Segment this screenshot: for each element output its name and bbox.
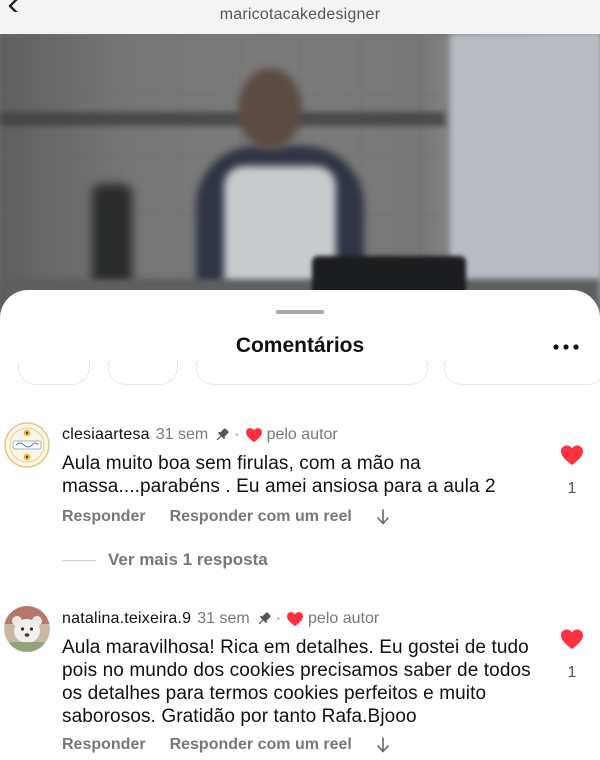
avatar-logo-icon — [4, 422, 50, 468]
comment-actions: Responder Responder com um reel — [62, 508, 390, 526]
heart-icon — [245, 428, 262, 443]
like-button-heart-icon[interactable] — [560, 628, 584, 650]
comment-actions: Responder Responder com um reel — [62, 736, 390, 754]
comments-sheet: Comentários clesiaartesa 31 sem · pelo a… — [0, 290, 600, 760]
video-background — [0, 34, 600, 334]
comment-time: 31 sem — [197, 610, 250, 627]
avatar-photo-icon — [4, 606, 50, 652]
avatar[interactable] — [4, 422, 50, 468]
filter-chip[interactable] — [108, 362, 178, 385]
like-button-heart-icon[interactable] — [560, 444, 584, 466]
sheet-drag-handle[interactable] — [276, 310, 324, 314]
avatar[interactable] — [4, 606, 50, 652]
comment-meta: natalina.teixeira.9 31 sem · pelo autor — [62, 610, 379, 628]
filter-chip[interactable] — [196, 362, 428, 385]
arrow-down-icon[interactable] — [376, 509, 390, 525]
reply-with-reel-button[interactable]: Responder com um reel — [170, 508, 352, 526]
comment-username[interactable]: natalina.teixeira.9 — [62, 610, 191, 628]
pin-icon — [258, 612, 271, 625]
sheet-title: Comentários — [235, 334, 365, 357]
liked-by-author-label: pelo autor — [308, 610, 380, 627]
like-count: 1 — [567, 664, 577, 681]
comment-text: Aula maravilhosa! Rica em detalhes. Eu g… — [62, 637, 531, 727]
comment-meta: clesiaartesa 31 sem · pelo autor — [62, 426, 338, 444]
separator-dot: · — [275, 610, 282, 627]
comment-text: Aula muito boa sem firulas, com a mão na… — [62, 453, 496, 497]
pin-icon — [216, 428, 229, 441]
reply-button[interactable]: Responder — [62, 736, 146, 754]
account-name[interactable]: maricotacakedesigner — [0, 6, 600, 24]
heart-icon — [287, 612, 304, 627]
reply-with-reel-button[interactable]: Responder com um reel — [170, 736, 352, 754]
comment-username[interactable]: clesiaartesa — [62, 426, 150, 444]
filter-chip[interactable] — [444, 362, 600, 385]
replies-divider — [62, 559, 96, 561]
comment-time: 31 sem — [155, 426, 209, 443]
like-count: 1 — [567, 480, 577, 497]
liked-by-author-label: pelo autor — [266, 426, 338, 443]
top-bar: maricotacakedesigner — [0, 0, 600, 34]
reply-button[interactable]: Responder — [62, 508, 146, 526]
view-more-replies[interactable]: Ver mais 1 resposta — [62, 550, 268, 570]
separator-dot: · — [234, 426, 240, 443]
filter-chip[interactable] — [18, 362, 90, 385]
view-more-replies-label[interactable]: Ver mais 1 resposta — [108, 550, 268, 570]
arrow-down-icon[interactable] — [376, 737, 390, 753]
more-horizontal-icon[interactable] — [552, 342, 580, 352]
